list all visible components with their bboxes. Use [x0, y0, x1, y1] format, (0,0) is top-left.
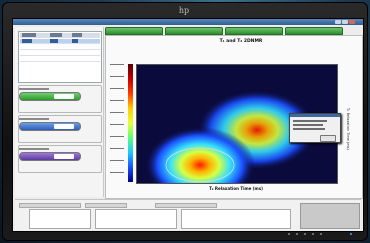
plot-panel: T₁ and T₂ 2DNMR T₁ Relaxation Time (ms) … [105, 35, 363, 199]
bottom-text-area[interactable] [95, 209, 177, 229]
colorbar-tick [110, 76, 124, 77]
plot-title: T₁ and T₂ 2DNMR [219, 39, 263, 44]
close-icon[interactable] [349, 20, 355, 24]
dialog-ok-button[interactable] [320, 135, 336, 142]
colorbar-tick [110, 124, 124, 125]
table-row[interactable] [20, 57, 100, 62]
tab-2[interactable] [165, 27, 223, 35]
x-axis-label: T₂ Relaxation Time (ms) [209, 186, 263, 191]
tab-4[interactable] [285, 27, 343, 35]
monitor-button[interactable] [312, 233, 314, 235]
control-label [19, 88, 49, 90]
colorbar-tick [110, 88, 124, 89]
colorbar-tick [110, 172, 124, 173]
dialog-text-line [293, 128, 325, 130]
parameter-table[interactable] [18, 31, 102, 83]
colorbar [128, 64, 133, 182]
tab-3[interactable] [225, 27, 283, 35]
hp-logo-icon: hp [178, 6, 190, 15]
left-control-panel [15, 27, 104, 197]
colorbar-tick [110, 160, 124, 161]
bottom-text-area[interactable] [181, 209, 291, 229]
table-cell [72, 39, 78, 43]
table-cell [22, 39, 32, 43]
window-titlebar[interactable] [13, 19, 363, 25]
monitor-button[interactable] [320, 233, 322, 235]
table-row[interactable] [20, 39, 100, 44]
table-header-cell [72, 33, 82, 37]
bottom-toolbar[interactable] [155, 203, 217, 208]
table-header-cell [22, 33, 36, 37]
y-axis-label: T₁ Relaxation Time (ms) [346, 108, 350, 150]
control-label [19, 118, 49, 120]
colorbar-tick [110, 64, 124, 65]
table-header [20, 33, 100, 38]
monitor-button[interactable] [288, 233, 290, 235]
monitor-button[interactable] [296, 233, 298, 235]
table-header-cell [50, 33, 62, 37]
minimize-icon[interactable] [335, 20, 341, 24]
table-row[interactable] [20, 51, 100, 56]
maximize-icon[interactable] [342, 20, 348, 24]
control-label [19, 148, 49, 150]
dialog-text-line [293, 120, 327, 122]
colorbar-tick [110, 136, 124, 137]
right-axis: T₁ Relaxation Time (ms) [338, 64, 358, 182]
info-dialog[interactable] [289, 113, 341, 143]
colorbar-tick [110, 112, 124, 113]
preview-pane [300, 203, 360, 229]
power-led [350, 233, 352, 235]
bottom-panel [15, 199, 361, 230]
monitor-bezel: hp T₁ and T₂ 2DNMR T₁ Relaxation Time (m… [2, 2, 368, 241]
purple-control-value[interactable] [54, 154, 74, 159]
monitor-screen: T₁ and T₂ 2DNMR T₁ Relaxation Time (ms) … [12, 18, 364, 232]
monitor-button[interactable] [304, 233, 306, 235]
colorbar-tick [110, 148, 124, 149]
bottom-toolbar[interactable] [85, 203, 127, 208]
tab-strip [105, 27, 361, 35]
purple-control-pill[interactable] [19, 152, 81, 161]
bottom-list[interactable] [29, 209, 91, 229]
dialog-text-line [293, 124, 323, 126]
tab-1[interactable] [105, 27, 163, 35]
green-control-value[interactable] [54, 94, 74, 99]
table-row[interactable] [20, 45, 100, 50]
dialog-titlebar[interactable] [290, 114, 340, 117]
blue-control-value[interactable] [54, 124, 74, 129]
colorbar-tick [110, 100, 124, 101]
bottom-toolbar[interactable] [19, 203, 81, 208]
green-control-pill[interactable] [19, 92, 81, 101]
colorbar-ticks [110, 64, 126, 182]
table-cell [50, 39, 58, 43]
blue-control-pill[interactable] [19, 122, 81, 131]
